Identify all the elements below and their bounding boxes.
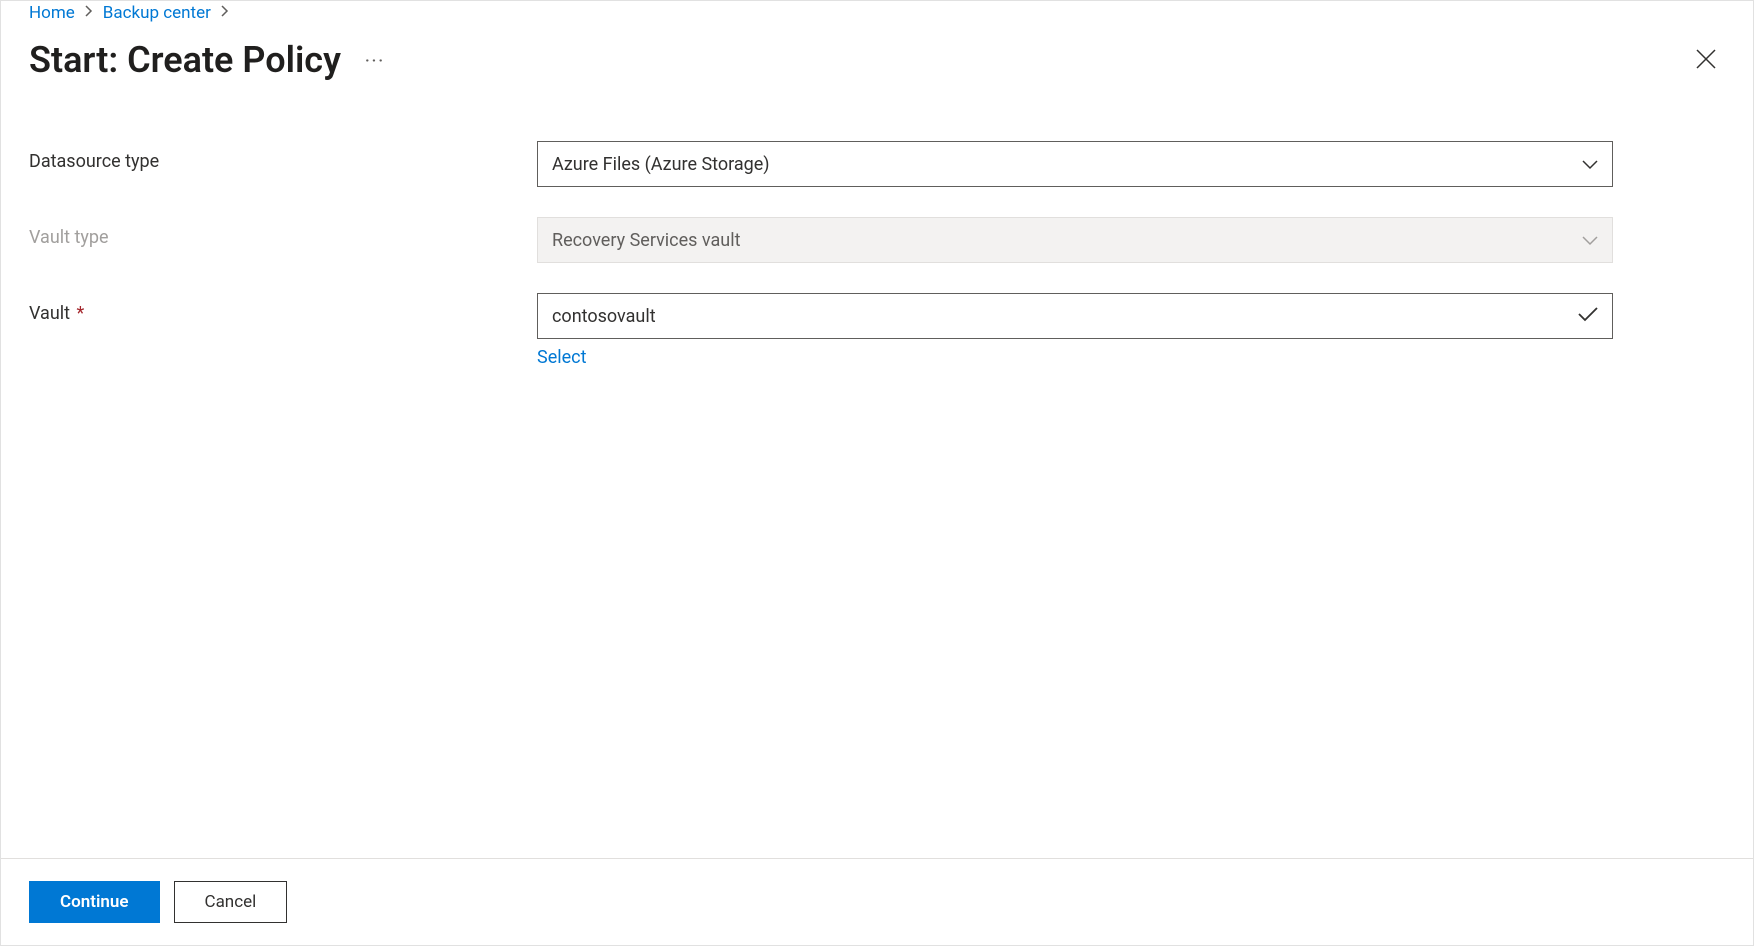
- vault-value: contosovault: [552, 306, 656, 327]
- vault-type-label: Vault type: [29, 217, 537, 248]
- vault-input[interactable]: contosovault: [537, 293, 1613, 339]
- chevron-right-icon: [85, 5, 93, 21]
- chevron-right-icon: [221, 5, 229, 21]
- datasource-type-row: Datasource type Azure Files (Azure Stora…: [29, 141, 1613, 187]
- chevron-down-icon: [1582, 230, 1598, 251]
- breadcrumb-home-link[interactable]: Home: [29, 3, 75, 23]
- vault-select-link[interactable]: Select: [537, 347, 586, 368]
- page-title: Start: Create Policy ···: [29, 39, 385, 81]
- cancel-button[interactable]: Cancel: [174, 881, 288, 923]
- vault-row: Vault * contosovault Select: [29, 293, 1613, 368]
- vault-type-row: Vault type Recovery Services vault: [29, 217, 1613, 263]
- datasource-type-value: Azure Files (Azure Storage): [552, 154, 770, 175]
- breadcrumb-backup-center-link[interactable]: Backup center: [103, 3, 211, 23]
- chevron-down-icon: [1582, 154, 1598, 175]
- create-policy-form: Datasource type Azure Files (Azure Stora…: [1, 121, 1641, 418]
- page-header: Start: Create Policy ···: [1, 23, 1753, 121]
- more-actions-icon[interactable]: ···: [365, 51, 385, 70]
- vault-type-value: Recovery Services vault: [552, 230, 740, 251]
- required-marker: *: [77, 303, 85, 324]
- vault-label: Vault *: [29, 293, 537, 324]
- datasource-type-label: Datasource type: [29, 141, 537, 172]
- check-icon: [1578, 306, 1598, 327]
- close-button[interactable]: [1687, 40, 1725, 81]
- breadcrumb: Home Backup center: [1, 1, 1753, 23]
- close-icon: [1695, 58, 1717, 73]
- page-footer: Continue Cancel: [1, 858, 1753, 945]
- continue-button[interactable]: Continue: [29, 881, 160, 923]
- vault-type-select: Recovery Services vault: [537, 217, 1613, 263]
- datasource-type-select[interactable]: Azure Files (Azure Storage): [537, 141, 1613, 187]
- page-title-text: Start: Create Policy: [29, 39, 341, 81]
- vault-label-text: Vault: [29, 303, 70, 324]
